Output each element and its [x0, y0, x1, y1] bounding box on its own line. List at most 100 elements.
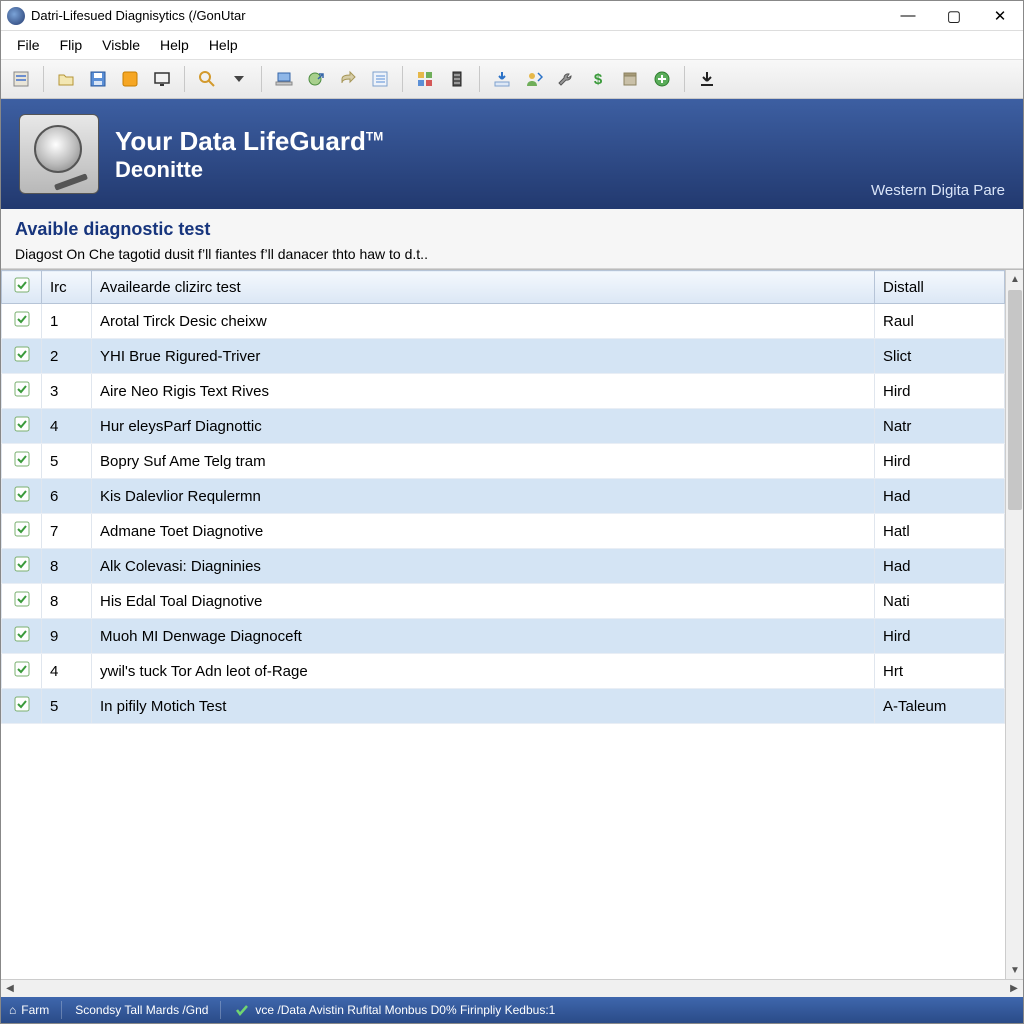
cell-status: Slict	[875, 339, 1005, 374]
menu-help[interactable]: Help	[150, 34, 199, 56]
cell-status: A-Taleum	[875, 689, 1005, 724]
save-icon[interactable]	[84, 65, 112, 93]
orange-box-icon[interactable]	[116, 65, 144, 93]
cell-check[interactable]	[2, 584, 42, 619]
check-icon	[14, 556, 30, 572]
toolbar-sep	[43, 66, 44, 92]
table-row[interactable]: 5Bopry Suf Ame Telg tramHird	[2, 444, 1005, 479]
status-pane-3: vce /Data Avistin Rufital Monbus D0% Fir…	[220, 1001, 1015, 1019]
table-row[interactable]: 1Arotal Tirck Desic cheixwRaul	[2, 304, 1005, 339]
minimize-button[interactable]: —	[885, 1, 931, 31]
section-header: Avaible diagnostic test Diagost On Che t…	[1, 209, 1023, 269]
search-icon[interactable]	[193, 65, 221, 93]
plus-circle-icon[interactable]	[648, 65, 676, 93]
title-bar: Datri-Lifesued Diagnisytics (/GonUtar — …	[1, 1, 1023, 31]
cell-index: 9	[42, 619, 92, 654]
col-check[interactable]	[2, 271, 42, 304]
box-icon[interactable]	[616, 65, 644, 93]
cell-index: 6	[42, 479, 92, 514]
col-status[interactable]: Distall	[875, 271, 1005, 304]
table-row[interactable]: 4ywil's tuck Tor Adn leot of-RageHrt	[2, 654, 1005, 689]
cell-check[interactable]	[2, 374, 42, 409]
table-row[interactable]: 2YHI Brue Rigured-TriverSlict	[2, 339, 1005, 374]
check-icon	[14, 486, 30, 502]
cell-name: Kis Dalevlior Requlermn	[92, 479, 875, 514]
cell-check[interactable]	[2, 339, 42, 374]
col-index[interactable]: Irc	[42, 271, 92, 304]
menu-help-2[interactable]: Help	[199, 34, 248, 56]
cell-check[interactable]	[2, 409, 42, 444]
properties-icon[interactable]	[7, 65, 35, 93]
table-row[interactable]: 4Hur eleysParf DiagnotticNatr	[2, 409, 1005, 444]
menu-visible[interactable]: Visble	[92, 34, 150, 56]
menu-flip[interactable]: Flip	[50, 34, 93, 56]
menu-file[interactable]: File	[7, 34, 50, 56]
tests-table: Irc Availearde clizirc test Distall 1Aro…	[1, 270, 1005, 724]
maximize-button[interactable]: ▢	[931, 1, 977, 31]
cell-index: 7	[42, 514, 92, 549]
cell-status: Hatl	[875, 514, 1005, 549]
section-title: Avaible diagnostic test	[15, 219, 1009, 240]
cell-status: Hird	[875, 374, 1005, 409]
vertical-scrollbar[interactable]: ▲ ▼	[1005, 270, 1023, 979]
cell-status: Natr	[875, 409, 1005, 444]
list-icon[interactable]	[366, 65, 394, 93]
cell-check[interactable]	[2, 654, 42, 689]
cell-check[interactable]	[2, 619, 42, 654]
toolbar-sep	[684, 66, 685, 92]
open-icon[interactable]	[52, 65, 80, 93]
scroll-down-icon[interactable]: ▼	[1006, 961, 1023, 979]
download-arrow-icon[interactable]	[693, 65, 721, 93]
cell-check[interactable]	[2, 444, 42, 479]
col-name[interactable]: Availearde clizirc test	[92, 271, 875, 304]
monitor-outline-icon[interactable]	[148, 65, 176, 93]
close-button[interactable]: ✕	[977, 1, 1023, 31]
banner-line1b: Guard	[289, 126, 366, 156]
product-banner: Your Data LifeGuardTM Deonitte Western D…	[1, 99, 1023, 209]
download-icon[interactable]	[488, 65, 516, 93]
cell-check[interactable]	[2, 549, 42, 584]
table-row[interactable]: 3Aire Neo Rigis Text RivesHird	[2, 374, 1005, 409]
cell-index: 8	[42, 584, 92, 619]
wrench-icon[interactable]	[552, 65, 580, 93]
globe-arrow-icon[interactable]	[302, 65, 330, 93]
dropdown-icon[interactable]	[225, 65, 253, 93]
grid-icon[interactable]	[411, 65, 439, 93]
scroll-up-icon[interactable]: ▲	[1006, 270, 1023, 288]
horizontal-scrollbar[interactable]: ◀ ▶	[1, 979, 1023, 997]
rack-icon[interactable]	[443, 65, 471, 93]
banner-tm: TM	[366, 129, 383, 143]
status-pane-2: Scondsy Tall Mards /Gnd	[61, 1001, 208, 1019]
table-row[interactable]: 8His Edal Toal DiagnotiveNati	[2, 584, 1005, 619]
cell-check[interactable]	[2, 304, 42, 339]
check-icon	[14, 416, 30, 432]
dollar-icon[interactable]: $	[584, 65, 612, 93]
user-import-icon[interactable]	[520, 65, 548, 93]
cell-index: 8	[42, 549, 92, 584]
cell-check[interactable]	[2, 479, 42, 514]
cell-status: Had	[875, 549, 1005, 584]
table-scroll: Irc Availearde clizirc test Distall 1Aro…	[1, 270, 1005, 979]
laptop-icon[interactable]	[270, 65, 298, 93]
cell-index: 5	[42, 444, 92, 479]
cell-check[interactable]	[2, 689, 42, 724]
scroll-thumb[interactable]	[1008, 290, 1022, 510]
table-header-row: Irc Availearde clizirc test Distall	[2, 271, 1005, 304]
scroll-left-icon[interactable]: ◀	[1, 980, 19, 998]
cell-status: Hrt	[875, 654, 1005, 689]
scroll-right-icon[interactable]: ▶	[1005, 980, 1023, 998]
check-icon	[14, 521, 30, 537]
cell-status: Nati	[875, 584, 1005, 619]
banner-line1a: Your Data Life	[115, 126, 289, 156]
table-row[interactable]: 6Kis Dalevlior RequlermnHad	[2, 479, 1005, 514]
table-row[interactable]: 8Alk Colevasi: DiagniniesHad	[2, 549, 1005, 584]
banner-line2: Deonitte	[115, 157, 383, 183]
table-row[interactable]: 5In pifily Motich TestA-Taleum	[2, 689, 1005, 724]
cell-check[interactable]	[2, 514, 42, 549]
table-row[interactable]: 7Admane Toet DiagnotiveHatl	[2, 514, 1005, 549]
arrow-right-icon[interactable]	[334, 65, 362, 93]
table-row[interactable]: 9Muoh MI Denwage DiagnoceftHird	[2, 619, 1005, 654]
status-icon: ⌂	[9, 1003, 16, 1017]
cell-name: Muoh MI Denwage Diagnoceft	[92, 619, 875, 654]
cell-name: Admane Toet Diagnotive	[92, 514, 875, 549]
